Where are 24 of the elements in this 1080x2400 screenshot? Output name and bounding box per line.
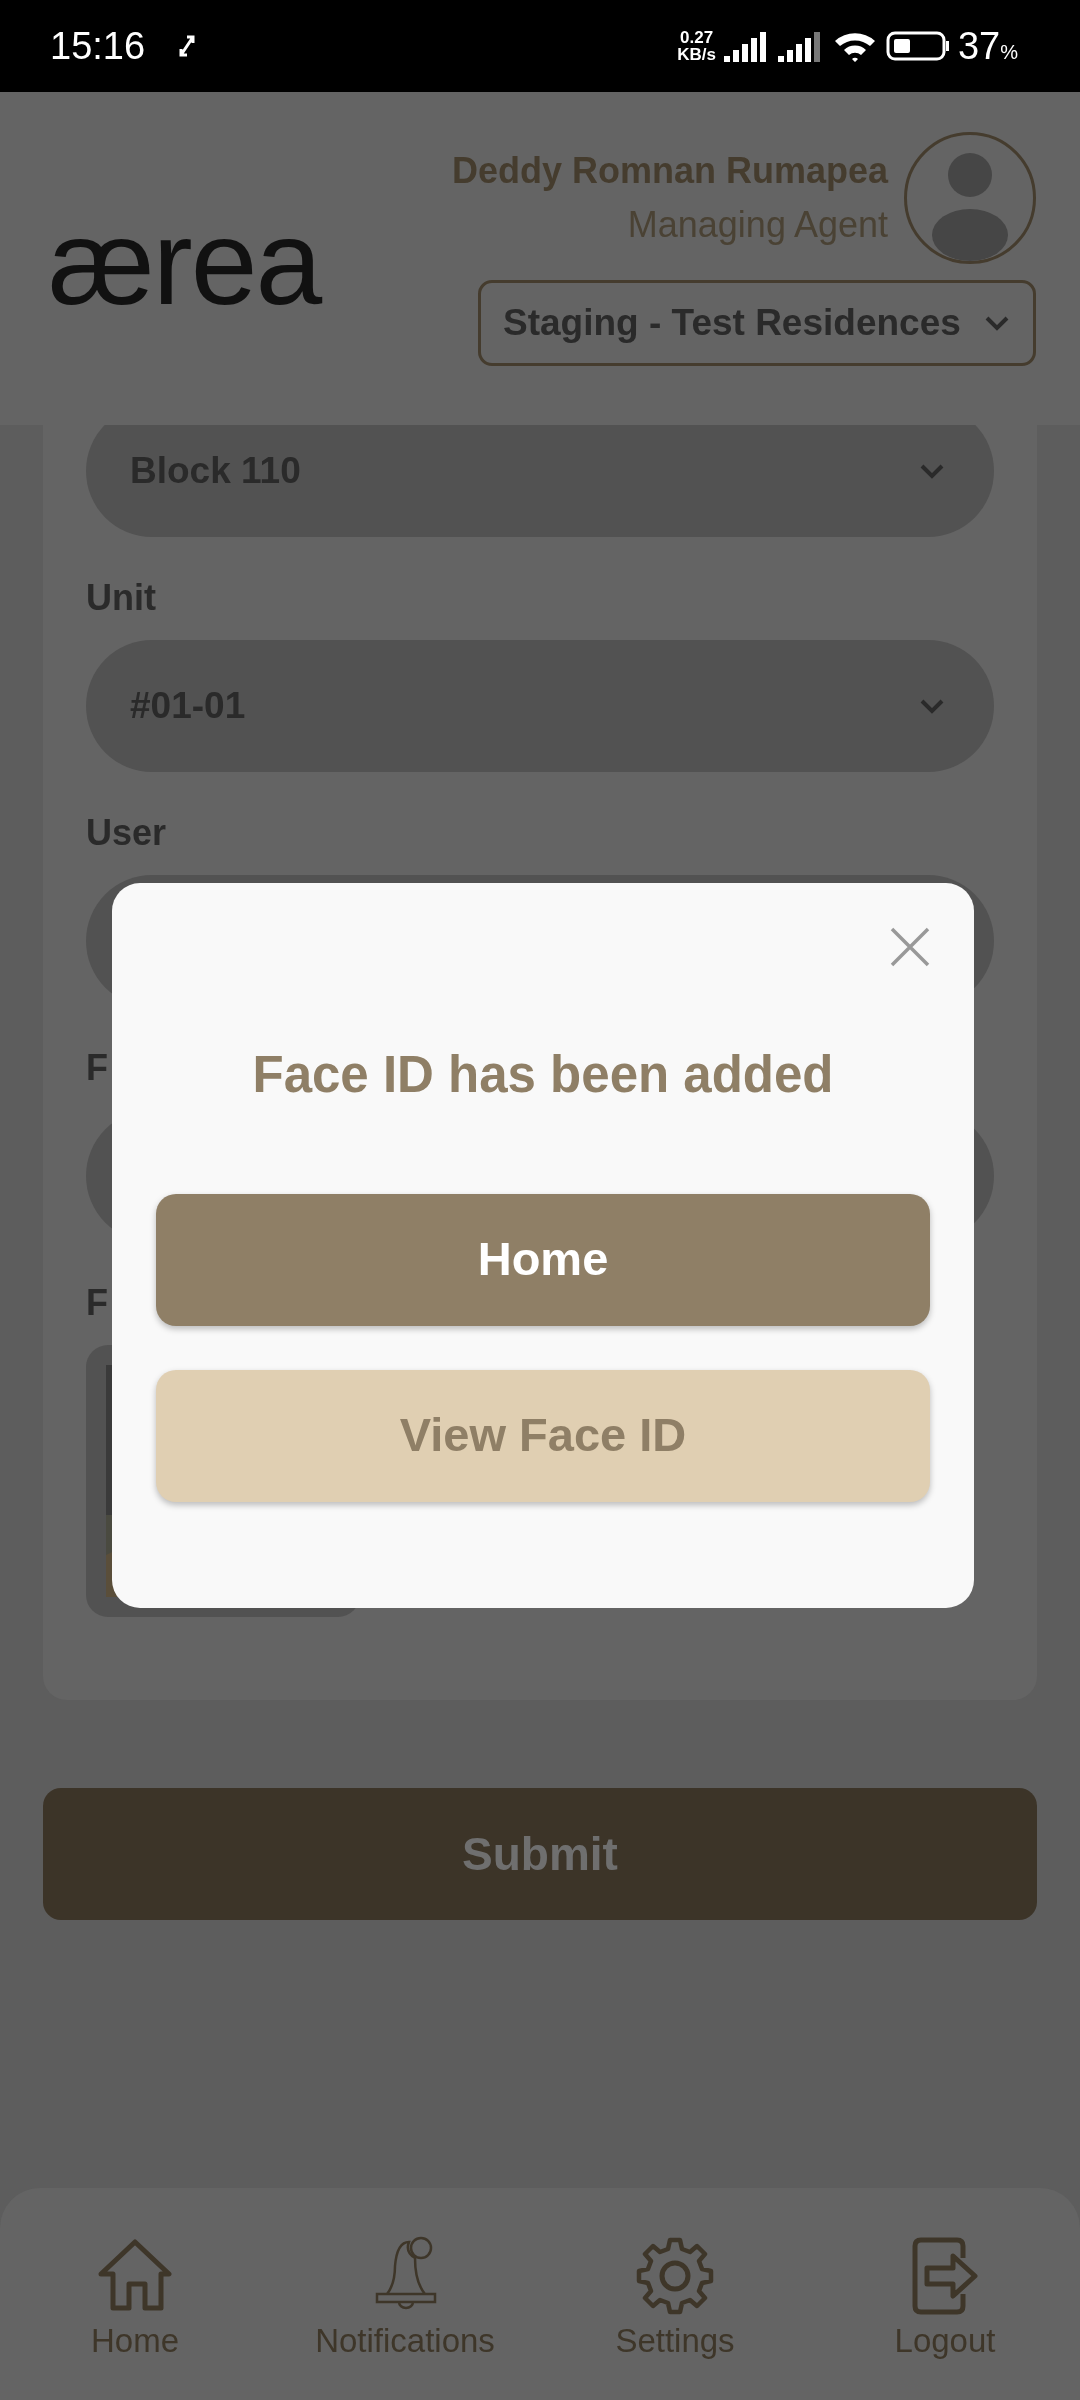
speed-value: 0.27 <box>679 29 715 46</box>
settings-icon <box>635 2236 715 2316</box>
avatar[interactable] <box>904 132 1036 264</box>
close-icon <box>890 927 930 967</box>
nav-item[interactable]: Notifications <box>270 2236 540 2400</box>
battery-icon <box>885 30 950 62</box>
speed-unit: KB/s <box>677 46 716 63</box>
submit-button[interactable]: Submit <box>43 1788 1037 1920</box>
field-label: F <box>86 1281 108 1325</box>
field-label: F <box>86 1046 108 1090</box>
nav-item[interactable]: Home <box>0 2236 270 2400</box>
nav-item[interactable]: Logout <box>810 2236 1080 2400</box>
dialog-title: Face ID has been added <box>252 1045 834 1105</box>
field-label: User <box>86 811 167 855</box>
clock-time: 15:16 <box>50 23 146 69</box>
logo: ærea <box>48 202 321 331</box>
nav-item[interactable]: Settings <box>540 2236 810 2400</box>
home-button[interactable]: Home <box>156 1193 930 1326</box>
battery-level: 37 <box>957 24 1001 67</box>
view-face-id-button[interactable]: View Face ID <box>156 1369 930 1502</box>
close-button[interactable] <box>890 927 930 967</box>
property-dropdown[interactable]: Staging - Test Residences <box>478 280 1036 366</box>
field-label: Unit <box>86 576 156 620</box>
percent-sign: % <box>1000 40 1018 63</box>
